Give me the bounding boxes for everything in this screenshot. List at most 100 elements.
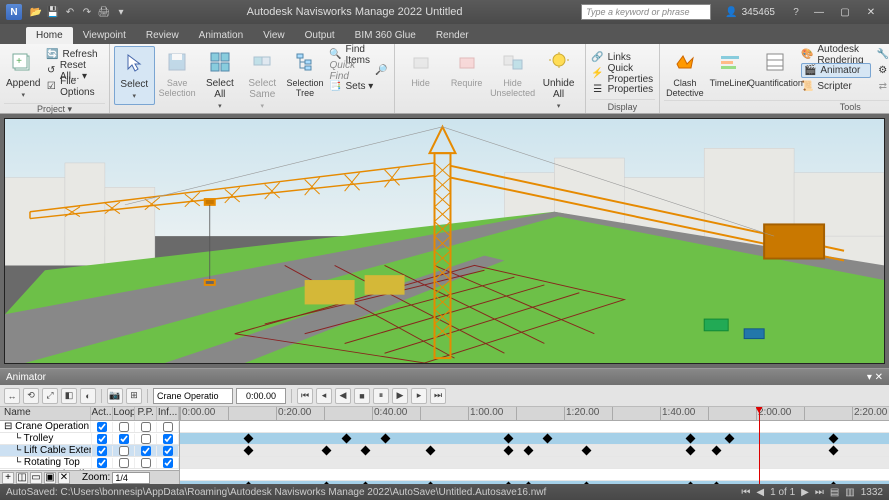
viewport-3d[interactable] <box>0 114 889 368</box>
sheet-nav-next-icon[interactable]: ▶ <box>801 487 809 498</box>
scripter-button[interactable]: 📜Scripter <box>801 79 870 94</box>
track-pp[interactable] <box>135 422 157 432</box>
quick-properties-button[interactable]: ⚡Quick Properties <box>592 66 654 81</box>
qat-print-icon[interactable]: 🖨 <box>97 5 111 19</box>
tab-view[interactable]: View <box>253 27 295 44</box>
select-all-button[interactable]: Select All▾ <box>200 46 240 114</box>
animator-header[interactable]: Animator ▾ ✕ <box>0 369 889 385</box>
append-button[interactable]: + Append▾ <box>4 46 42 103</box>
keyframe[interactable] <box>341 434 351 444</box>
timeline-row[interactable] <box>180 433 889 445</box>
toggle-snap-icon[interactable]: ⊞ <box>126 388 142 404</box>
hide-unselected-button[interactable]: Hide Unselected <box>491 46 535 100</box>
play-icon[interactable]: ▶ <box>392 388 408 404</box>
maximize-button[interactable]: ▢ <box>833 5 857 19</box>
forward-end-icon[interactable]: ⏭ <box>430 388 446 404</box>
keyframe[interactable] <box>504 482 514 484</box>
properties-button[interactable]: ☰Properties <box>592 82 654 97</box>
track-row[interactable]: ⊟ Crane Operation <box>0 421 179 433</box>
pause-icon[interactable]: ⏸ <box>373 388 389 404</box>
time-input[interactable] <box>236 388 286 404</box>
keyframe[interactable] <box>712 446 722 456</box>
keyframe[interactable] <box>361 446 371 456</box>
keyframe[interactable] <box>244 446 254 456</box>
track-inf[interactable] <box>157 458 179 468</box>
track-active[interactable] <box>92 458 114 468</box>
capture-keyframe-icon[interactable]: 📷 <box>107 388 123 404</box>
appearance-profiler-button[interactable]: 🔧Appearance Profiler <box>877 47 889 62</box>
file-options-button[interactable]: ☑File Options <box>46 79 103 94</box>
transparency-icon[interactable]: ◐ <box>80 388 96 404</box>
keyframe[interactable] <box>582 482 592 484</box>
timeline-row[interactable] <box>180 469 889 481</box>
add-camera-icon[interactable]: ◫ <box>16 472 28 484</box>
keyframe[interactable] <box>504 446 514 456</box>
keyframe[interactable] <box>725 434 735 444</box>
sheet-nav-first-icon[interactable]: ⏮ <box>741 487 750 498</box>
help-search-input[interactable]: Type a keyword or phrase <box>581 4 711 20</box>
timeliner-button[interactable]: TimeLiner <box>708 46 752 90</box>
tab-viewpoint[interactable]: Viewpoint <box>73 27 136 44</box>
track-inf[interactable] <box>157 422 179 432</box>
track-active[interactable] <box>92 434 114 444</box>
save-selection-button[interactable]: Save Selection <box>157 46 198 100</box>
track-row[interactable]: └ Trolley <box>0 433 179 445</box>
keyframe[interactable] <box>322 446 332 456</box>
keyframe[interactable] <box>523 446 533 456</box>
keyframe[interactable] <box>426 482 436 484</box>
close-button[interactable]: ✕ <box>859 5 883 19</box>
translate-icon[interactable]: ↔ <box>4 388 20 404</box>
track-pp[interactable] <box>135 434 157 444</box>
timeline-row[interactable] <box>180 421 889 433</box>
qat-undo-icon[interactable]: ↶ <box>63 5 77 19</box>
track-inf[interactable] <box>157 446 179 456</box>
help-icon[interactable]: ? <box>789 5 803 19</box>
minimize-button[interactable]: — <box>807 5 831 19</box>
qat-save-icon[interactable]: 💾 <box>46 5 60 19</box>
track-active[interactable] <box>92 446 114 456</box>
keyframe[interactable] <box>686 434 696 444</box>
keyframe[interactable] <box>686 446 696 456</box>
zoom-input[interactable] <box>112 472 150 484</box>
keyframe[interactable] <box>582 446 592 456</box>
playhead[interactable] <box>759 407 760 484</box>
scale-icon[interactable]: ⤢ <box>42 388 58 404</box>
require-button[interactable]: Require <box>445 46 489 90</box>
color-icon[interactable]: ◧ <box>61 388 77 404</box>
rewind-icon[interactable]: ⏮ <box>297 388 313 404</box>
track-loop[interactable] <box>113 446 135 456</box>
rotate-icon[interactable]: ⟲ <box>23 388 39 404</box>
timeline-row[interactable] <box>180 457 889 469</box>
tab-home[interactable]: Home <box>26 27 73 44</box>
step-forward-icon[interactable]: ▸ <box>411 388 427 404</box>
keyframe[interactable] <box>712 482 722 484</box>
keyframe[interactable] <box>523 482 533 484</box>
track-row[interactable]: └ Lift Cable Extension <box>0 445 179 457</box>
track-active[interactable] <box>91 422 113 432</box>
compare-button[interactable]: ⇄Compare <box>877 79 889 94</box>
step-back-icon[interactable]: ◂ <box>316 388 332 404</box>
animator-close-icon[interactable]: ▾ ✕ <box>867 372 883 383</box>
timeline-row[interactable] <box>180 445 889 457</box>
app-icon[interactable]: N <box>6 4 22 20</box>
unhide-all-button[interactable]: Unhide All▾ <box>537 46 581 114</box>
keyframe[interactable] <box>426 446 436 456</box>
keyframe[interactable] <box>543 434 553 444</box>
keyframe[interactable] <box>361 482 371 484</box>
track-loop[interactable] <box>113 458 135 468</box>
timeline-row[interactable] <box>180 481 889 484</box>
qat-open-icon[interactable]: 📂 <box>29 5 43 19</box>
add-folder-icon[interactable]: ▣ <box>44 472 56 484</box>
clash-detective-button[interactable]: Clash Detective <box>664 46 706 100</box>
keyframe[interactable] <box>380 434 390 444</box>
track-pp[interactable] <box>135 446 157 456</box>
hide-button[interactable]: Hide <box>399 46 443 90</box>
tab-bim-360-glue[interactable]: BIM 360 Glue <box>345 27 426 44</box>
stop-icon[interactable]: ■ <box>354 388 370 404</box>
keyframe[interactable] <box>686 482 696 484</box>
scene-name-input[interactable] <box>153 388 233 404</box>
user-badge[interactable]: 👤 345465 <box>725 7 775 18</box>
selection-tree-button[interactable]: Selection Tree <box>284 46 325 100</box>
batch-utility-button[interactable]: ⚙Batch Utility <box>877 63 889 78</box>
track-pp[interactable] <box>135 458 157 468</box>
